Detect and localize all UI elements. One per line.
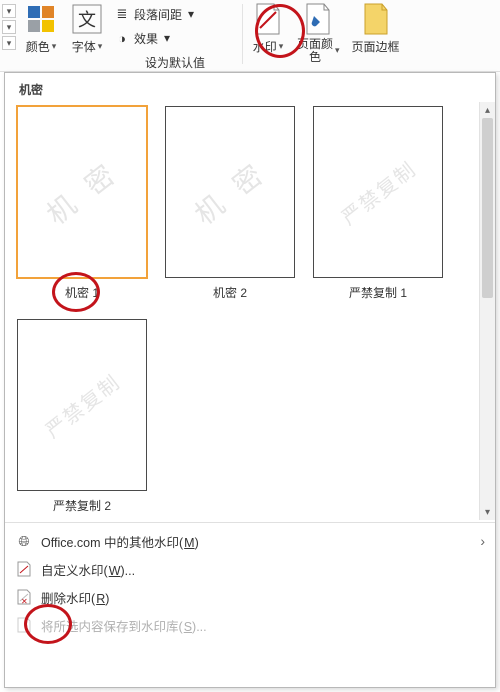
effects-icon: ◑ (114, 30, 130, 46)
chevron-down-icon: ▾ (279, 41, 284, 52)
globe-icon: 🌐︎ (15, 532, 33, 550)
paragraph-spacing-label: 段落间距 (134, 6, 182, 23)
colors-button[interactable]: 颜色▾ (18, 0, 64, 55)
watermark-dropdown-panel: 机密 机 密机密 1机 密机密 2严禁复制严禁复制 1严禁复制严禁复制 2 ▴ … (4, 72, 496, 688)
chevron-down-icon: ▾ (164, 31, 170, 45)
ribbon-mid-group: ≣ 段落间距 ▾ ◑ 效果 ▾ 设为默认值 (110, 0, 240, 72)
fonts-icon: 文 (70, 2, 104, 36)
menu-label: 将所选内容保存到水印库(S)... (41, 616, 207, 635)
mini-control[interactable]: ▾ (2, 36, 16, 50)
menu-label: 删除水印(R) (41, 588, 109, 607)
page-color-button[interactable]: 页面颜 色▾ (291, 0, 346, 64)
ribbon-mini-controls: ▾ ▾ ▾ (2, 0, 18, 50)
watermark-gallery-label: 机密 1 (65, 284, 99, 301)
scrollbar-thumb[interactable] (482, 118, 493, 298)
menu-label: 自定义水印(W)... (41, 560, 135, 579)
effects-label: 效果 (134, 30, 158, 47)
chevron-down-icon: ▾ (188, 7, 194, 21)
panel-separator (5, 522, 495, 523)
menu-remove-watermark[interactable]: ✕ 删除水印(R) (5, 583, 495, 611)
set-default-label: 设为默认值 (145, 54, 205, 71)
watermark-gallery-label: 严禁复制 2 (53, 497, 111, 514)
effects-button[interactable]: ◑ 效果 ▾ (114, 28, 236, 48)
ribbon-separator (242, 4, 243, 64)
fonts-label: 字体 (72, 38, 96, 55)
watermark-thumb[interactable]: 机 密 (17, 106, 147, 278)
menu-custom-watermark[interactable]: 自定义水印(W)... (5, 555, 495, 583)
svg-text:文: 文 (78, 10, 96, 30)
chevron-down-icon: ▾ (52, 41, 57, 52)
mini-control[interactable]: ▾ (2, 20, 16, 34)
watermark-gallery-label: 机密 2 (213, 284, 247, 301)
page-borders-label: 页面边框 (352, 38, 400, 55)
gallery-wrap: 机 密机密 1机 密机密 2严禁复制严禁复制 1严禁复制严禁复制 2 ▴ ▾ (5, 102, 495, 520)
mini-control[interactable]: ▾ (2, 4, 16, 18)
paragraph-spacing-icon: ≣ (114, 6, 130, 22)
watermark-gallery-item[interactable]: 严禁复制严禁复制 1 (313, 106, 443, 301)
watermark-gallery: 机 密机密 1机 密机密 2严禁复制严禁复制 1严禁复制严禁复制 2 (17, 106, 487, 514)
colors-label: 颜色 (26, 38, 50, 55)
watermark-menu: 🌐︎ Office.com 中的其他水印(M) › 自定义水印(W)... ✕ … (5, 525, 495, 643)
watermark-icon (251, 2, 285, 36)
scroll-down-icon[interactable]: ▾ (480, 504, 495, 520)
chevron-down-icon: ▾ (98, 41, 103, 52)
scrollbar-track[interactable] (480, 118, 495, 504)
fonts-button[interactable]: 文 字体▾ (64, 0, 110, 55)
page-icon (15, 560, 33, 578)
page-color-label: 页面颜 色 (297, 38, 333, 64)
chevron-down-icon: ▾ (335, 46, 340, 56)
menu-save-selection: 将所选内容保存到水印库(S)... (5, 611, 495, 639)
menu-more-office-watermarks[interactable]: 🌐︎ Office.com 中的其他水印(M) › (5, 527, 495, 555)
paragraph-spacing-button[interactable]: ≣ 段落间距 ▾ (114, 4, 236, 24)
gallery-scrollbar[interactable]: ▴ ▾ (479, 102, 495, 520)
watermark-text: 机 密 (37, 151, 126, 233)
ribbon: ▾ ▾ ▾ 颜色▾ 文 字体▾ ≣ 段落间距 ▾ ◑ 效果 ▾ 设为默认值 (0, 0, 500, 72)
menu-label: Office.com 中的其他水印(M) (41, 532, 199, 551)
gallery-section-title: 机密 (5, 73, 495, 102)
set-default-button[interactable]: 设为默认值 (114, 52, 236, 72)
svg-text:✕: ✕ (21, 597, 28, 605)
watermark-gallery-item[interactable]: 机 密机密 2 (165, 106, 295, 301)
watermark-gallery-item[interactable]: 严禁复制严禁复制 2 (17, 319, 147, 514)
watermark-text: 严禁复制 (38, 366, 125, 443)
watermark-button[interactable]: 水印▾ (245, 0, 291, 55)
page-save-icon (15, 616, 33, 634)
page-borders-button[interactable]: 页面边框 (346, 0, 406, 55)
watermark-text: 严禁复制 (334, 153, 421, 230)
page-remove-icon: ✕ (15, 588, 33, 606)
watermark-thumb[interactable]: 严禁复制 (313, 106, 443, 278)
watermark-thumb[interactable]: 机 密 (165, 106, 295, 278)
watermark-gallery-label: 严禁复制 1 (349, 284, 407, 301)
colors-icon (24, 2, 58, 36)
chevron-right-icon: › (480, 533, 485, 549)
watermark-thumb[interactable]: 严禁复制 (17, 319, 147, 491)
page-color-icon (301, 2, 335, 36)
watermark-gallery-item[interactable]: 机 密机密 1 (17, 106, 147, 301)
page-borders-icon (359, 2, 393, 36)
scroll-up-icon[interactable]: ▴ (480, 102, 495, 118)
watermark-label: 水印 (253, 38, 277, 55)
watermark-text: 机 密 (185, 151, 274, 233)
